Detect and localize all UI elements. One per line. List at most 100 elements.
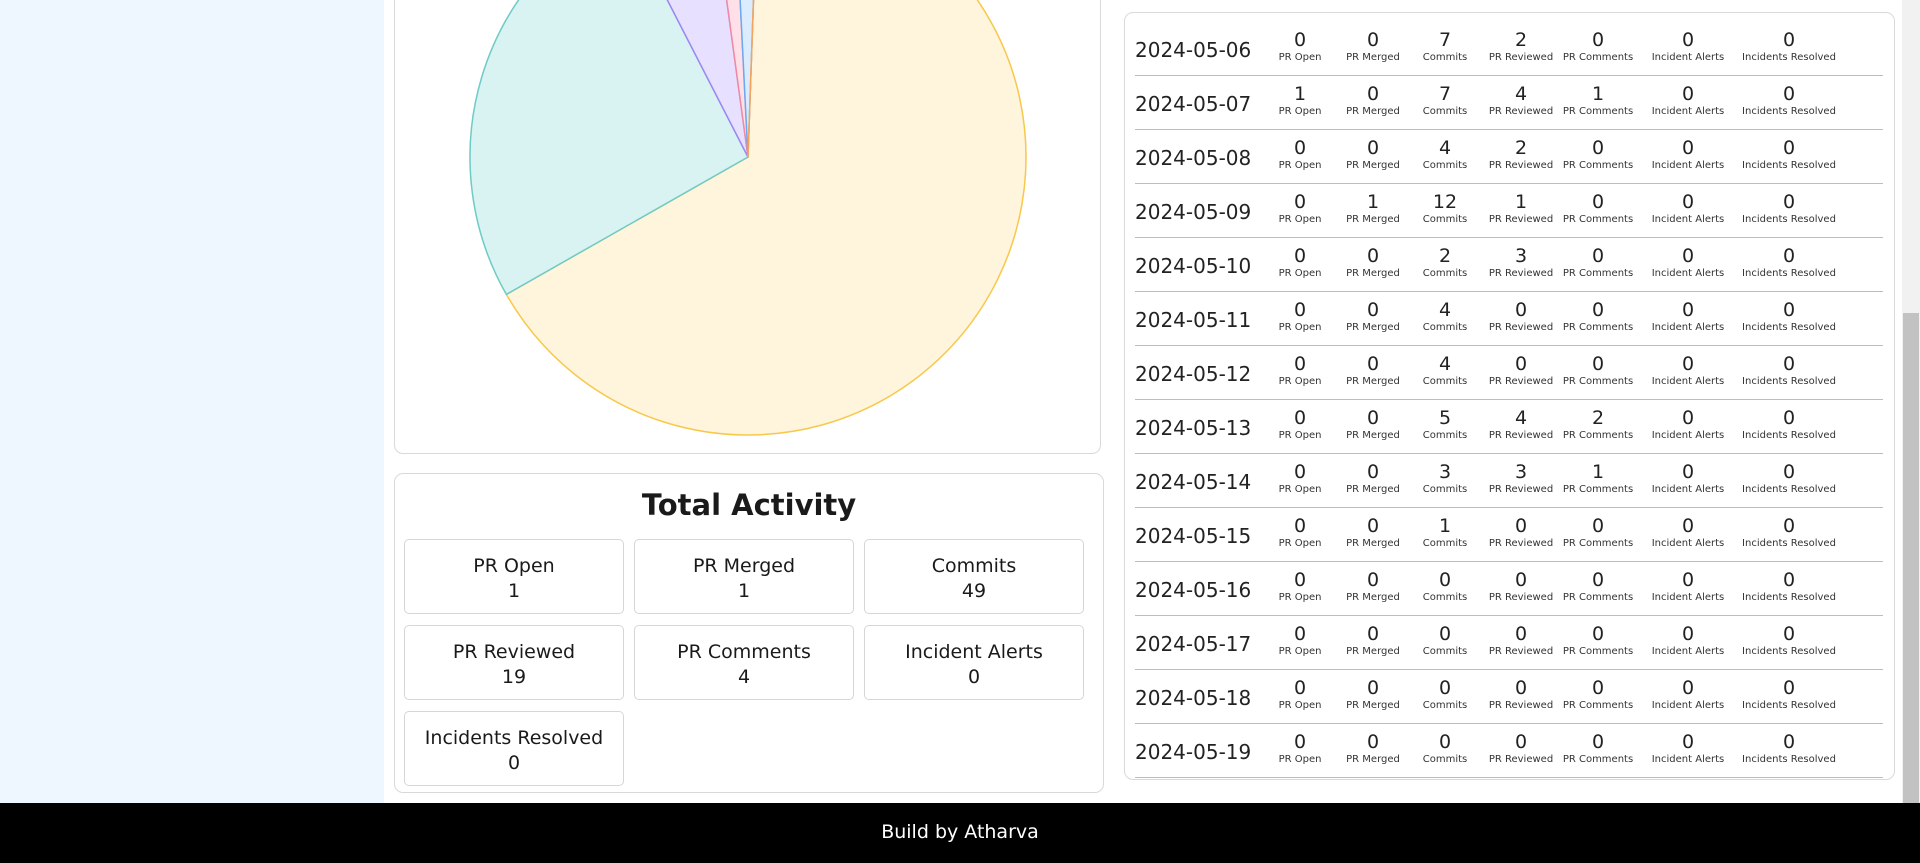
daily-row: 2024-05-14 0 PR Open 0 PR Merged 3 Commits 3 PR … <box>1135 453 1883 508</box>
metric-label: Incident Alerts <box>1651 160 1725 171</box>
row-metric: 0 Incident Alerts <box>1633 29 1743 64</box>
metric-label: Incidents Resolved <box>1742 214 1836 225</box>
metric-label: Incidents Resolved <box>1742 430 1836 441</box>
metric-label: Incident Alerts <box>1651 700 1725 711</box>
stat-value: 0 <box>967 666 981 688</box>
daily-row: 2024-05-12 0 PR Open 0 PR Merged 4 Commits 0 PR … <box>1135 345 1883 400</box>
metric-value: 0 <box>1782 461 1796 483</box>
metric-label: Incident Alerts <box>1651 646 1725 657</box>
stat-value: 1 <box>737 580 751 602</box>
metric-label: Incident Alerts <box>1651 106 1725 117</box>
metric-label: Incident Alerts <box>1651 52 1725 63</box>
row-date: 2024-05-07 <box>1135 92 1252 116</box>
metric-value: 0 <box>1782 137 1796 159</box>
stat-box-incident-alerts: Incident Alerts 0 <box>864 625 1084 700</box>
daily-row: 2024-05-07 1 PR Open 0 PR Merged 7 Commits 4 PR … <box>1135 75 1883 130</box>
row-metric: 0 Incident Alerts <box>1633 569 1743 604</box>
metric-value: 0 <box>1681 353 1695 375</box>
metric-value: 0 <box>1681 515 1695 537</box>
stat-label: Incidents Resolved <box>424 727 604 749</box>
row-metric: 0 Incidents Resolved <box>1734 83 1844 118</box>
total-activity-title: Total Activity <box>641 488 857 522</box>
row-date: 2024-05-09 <box>1135 200 1252 224</box>
row-metric: 0 Incident Alerts <box>1633 407 1743 442</box>
stat-label: PR Comments <box>677 641 811 663</box>
row-metric: 0 Incidents Resolved <box>1734 299 1844 334</box>
stat-value: 19 <box>501 666 527 688</box>
metric-value: 0 <box>1681 731 1695 753</box>
metric-label: Incidents Resolved <box>1742 106 1836 117</box>
daily-activity-list[interactable]: 2024-05-06 0 PR Open 0 PR Merged 7 Commits 2 PR … <box>1124 12 1895 780</box>
row-date: 2024-05-12 <box>1135 362 1252 386</box>
row-metric: 0 Incidents Resolved <box>1734 731 1844 766</box>
row-metric: 0 Incident Alerts <box>1633 677 1743 712</box>
row-metric: 0 Incidents Resolved <box>1734 353 1844 388</box>
metric-value: 0 <box>1681 623 1695 645</box>
metric-label: Incidents Resolved <box>1742 538 1836 549</box>
metric-value: 0 <box>1681 299 1695 321</box>
daily-row: 2024-05-17 0 PR Open 0 PR Merged 0 Commits 0 PR … <box>1135 615 1883 670</box>
metric-label: Incidents Resolved <box>1742 322 1836 333</box>
metric-label: Incident Alerts <box>1651 430 1725 441</box>
row-date: 2024-05-16 <box>1135 578 1252 602</box>
stat-label: PR Merged <box>692 555 796 577</box>
stat-value: 4 <box>737 666 751 688</box>
metric-label: Incident Alerts <box>1651 322 1725 333</box>
metric-label: Incident Alerts <box>1651 484 1725 495</box>
row-date: 2024-05-13 <box>1135 416 1252 440</box>
row-metric: 0 Incident Alerts <box>1633 623 1743 658</box>
row-metric: 0 Incident Alerts <box>1633 299 1743 334</box>
row-date: 2024-05-19 <box>1135 740 1252 764</box>
stat-box-pr-open: PR Open 1 <box>404 539 624 614</box>
activity-pie-card <box>394 0 1101 454</box>
metric-label: Incidents Resolved <box>1742 160 1836 171</box>
stat-box-pr-reviewed: PR Reviewed 19 <box>404 625 624 700</box>
metric-value: 0 <box>1681 137 1695 159</box>
daily-row: 2024-05-10 0 PR Open 0 PR Merged 2 Commits 3 PR … <box>1135 237 1883 292</box>
row-date: 2024-05-17 <box>1135 632 1252 656</box>
metric-label: Incidents Resolved <box>1742 52 1836 63</box>
metric-value: 0 <box>1681 569 1695 591</box>
page-scrollbar-thumb[interactable] <box>1903 313 1919 803</box>
stat-box-pr-merged: PR Merged 1 <box>634 539 854 614</box>
stat-label: Incident Alerts <box>905 641 1043 663</box>
row-metric: 0 Incident Alerts <box>1633 83 1743 118</box>
daily-row: 2024-05-13 0 PR Open 0 PR Merged 5 Commits 4 PR … <box>1135 399 1883 454</box>
row-date: 2024-05-14 <box>1135 470 1252 494</box>
row-metric: 0 Incident Alerts <box>1633 191 1743 226</box>
metric-label: Incidents Resolved <box>1742 592 1836 603</box>
row-metric: 0 Incident Alerts <box>1633 461 1743 496</box>
metric-label: Incident Alerts <box>1651 268 1725 279</box>
row-metric: 0 Incidents Resolved <box>1734 623 1844 658</box>
metric-label: Incident Alerts <box>1651 376 1725 387</box>
metric-label: Incident Alerts <box>1651 754 1725 765</box>
footer-text: Build by Atharva <box>881 821 1039 843</box>
row-metric: 0 Incident Alerts <box>1633 731 1743 766</box>
stat-box-commits: Commits 49 <box>864 539 1084 614</box>
footer: Build by Atharva <box>0 803 1920 863</box>
metric-value: 0 <box>1782 677 1796 699</box>
total-activity-card: Total Activity PR Open 1 PR Merged 1 Commits… <box>394 473 1104 793</box>
daily-row: 2024-05-16 0 PR Open 0 PR Merged 0 Commits 0 PR … <box>1135 561 1883 616</box>
metric-value: 0 <box>1681 83 1695 105</box>
metric-value: 0 <box>1782 407 1796 429</box>
metric-value: 0 <box>1782 29 1796 51</box>
metric-value: 0 <box>1782 353 1796 375</box>
row-metric: 0 Incidents Resolved <box>1734 515 1844 550</box>
metric-label: Incidents Resolved <box>1742 646 1836 657</box>
row-metric: 0 Incident Alerts <box>1633 137 1743 172</box>
metric-label: Incidents Resolved <box>1742 376 1836 387</box>
daily-row: 2024-05-06 0 PR Open 0 PR Merged 7 Commits 2 PR … <box>1135 21 1883 76</box>
row-date: 2024-05-06 <box>1135 38 1252 62</box>
metric-value: 0 <box>1782 245 1796 267</box>
metric-value: 0 <box>1782 83 1796 105</box>
row-metric: 0 Incidents Resolved <box>1734 191 1844 226</box>
metric-value: 0 <box>1782 299 1796 321</box>
row-metric: 0 Incident Alerts <box>1633 515 1743 550</box>
stat-label: Commits <box>931 555 1017 577</box>
activity-pie-chart <box>469 0 1027 436</box>
metric-value: 0 <box>1782 191 1796 213</box>
daily-row: 2024-05-08 0 PR Open 0 PR Merged 4 Commits 2 PR … <box>1135 129 1883 184</box>
row-metric: 0 Incidents Resolved <box>1734 245 1844 280</box>
row-metric: 0 Incidents Resolved <box>1734 407 1844 442</box>
